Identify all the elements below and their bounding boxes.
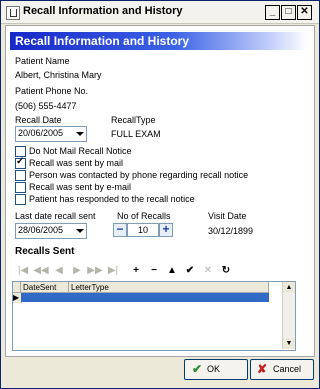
table-row[interactable]: [21, 293, 269, 302]
do-not-mail-label: Do Not Mail Recall Notice: [29, 146, 132, 156]
num-recalls-label: No of Recalls: [117, 211, 171, 221]
grid-corner: [13, 282, 21, 293]
recall-date-label: Recall Date: [15, 115, 62, 125]
edit-record-icon[interactable]: ▲: [164, 263, 180, 279]
patient-name-label: Patient Name: [15, 56, 70, 66]
insert-record-icon[interactable]: +: [128, 263, 144, 279]
next-record-icon[interactable]: ▶: [69, 263, 85, 279]
maximize-button[interactable]: □: [281, 5, 296, 20]
num-recalls-input[interactable]: 10: [127, 223, 159, 237]
chevron-down-icon[interactable]: [73, 224, 86, 238]
app-icon: [6, 6, 20, 20]
contacted-by-phone-checkbox[interactable]: [15, 170, 26, 181]
delete-record-icon[interactable]: −: [146, 263, 162, 279]
banner-title: Recall Information and History: [15, 34, 190, 48]
cancel-button[interactable]: ✘ Cancel: [250, 359, 314, 380]
sent-by-email-checkbox[interactable]: [15, 182, 26, 193]
navigator-toolbar: |◀ ◀◀ ◀ ▶ ▶▶ ▶| + − ▲ ✔ ✕ ↻: [15, 263, 275, 279]
increment-button[interactable]: +: [159, 223, 173, 237]
column-header-datesent[interactable]: DateSent: [21, 282, 69, 293]
prior-page-icon[interactable]: ◀◀: [33, 263, 49, 279]
recall-type-value: FULL EXAM: [111, 129, 161, 139]
minimize-button[interactable]: _: [265, 5, 280, 20]
first-record-icon[interactable]: |◀: [15, 263, 31, 279]
scroll-up-icon[interactable]: ▲: [283, 282, 295, 293]
sent-by-mail-checkbox[interactable]: [15, 156, 26, 169]
patient-phone-label: Patient Phone No.: [15, 86, 89, 96]
check-icon: ✔: [192, 362, 203, 376]
scroll-down-icon[interactable]: ▼: [283, 338, 295, 349]
close-button[interactable]: ✕: [297, 5, 312, 20]
last-sent-label: Last date recall sent: [15, 211, 96, 221]
sent-by-mail-label: Recall was sent by mail: [29, 158, 124, 168]
recall-date-value: 20/06/2005: [18, 128, 64, 138]
patient-responded-label: Patient has responded to the recall noti…: [29, 194, 195, 204]
visit-date-value: 30/12/1899: [208, 226, 254, 236]
ok-button-label: OK: [207, 364, 221, 374]
main-panel: Recall Information and History Patient N…: [5, 25, 315, 357]
recall-type-label: RecallType: [111, 115, 156, 125]
visit-date-label: Visit Date: [208, 211, 247, 221]
post-record-icon[interactable]: ✔: [182, 263, 198, 279]
patient-name: Albert, Christina Mary: [15, 70, 102, 80]
cancel-edit-icon[interactable]: ✕: [200, 263, 216, 279]
ok-button[interactable]: ✔ OK: [184, 359, 248, 380]
last-record-icon[interactable]: ▶|: [105, 263, 121, 279]
last-sent-date-value: 28/06/2005: [18, 225, 64, 235]
refresh-icon[interactable]: ↻: [218, 263, 234, 279]
window-title: Recall Information and History: [23, 5, 183, 17]
recall-date-picker[interactable]: 20/06/2005: [15, 126, 87, 142]
recalls-sent-title: Recalls Sent: [15, 246, 75, 257]
patient-phone: (506) 555-4477: [15, 101, 77, 111]
contacted-by-phone-label: Person was contacted by phone regarding …: [29, 170, 249, 180]
prior-record-icon[interactable]: ◀: [51, 263, 67, 279]
recall-window: Recall Information and History _ □ ✕ Rec…: [0, 0, 320, 389]
column-header-lettertype[interactable]: LetterType: [69, 282, 269, 293]
chevron-down-icon[interactable]: [73, 127, 86, 141]
recalls-grid[interactable]: DateSent LetterType ▶ ▲ ▼: [12, 281, 296, 351]
patient-responded-checkbox[interactable]: [15, 194, 26, 205]
decrement-button[interactable]: −: [113, 223, 127, 237]
last-sent-date-picker[interactable]: 28/06/2005: [15, 223, 87, 239]
next-page-icon[interactable]: ▶▶: [87, 263, 103, 279]
vertical-scrollbar[interactable]: ▲ ▼: [282, 282, 295, 349]
sent-by-email-label: Recall was sent by e-mail: [29, 182, 132, 192]
header-banner: Recall Information and History: [10, 32, 308, 50]
cancel-x-icon: ✘: [257, 362, 268, 376]
cancel-button-label: Cancel: [273, 364, 302, 374]
title-bar: Recall Information and History _ □ ✕: [1, 1, 319, 24]
